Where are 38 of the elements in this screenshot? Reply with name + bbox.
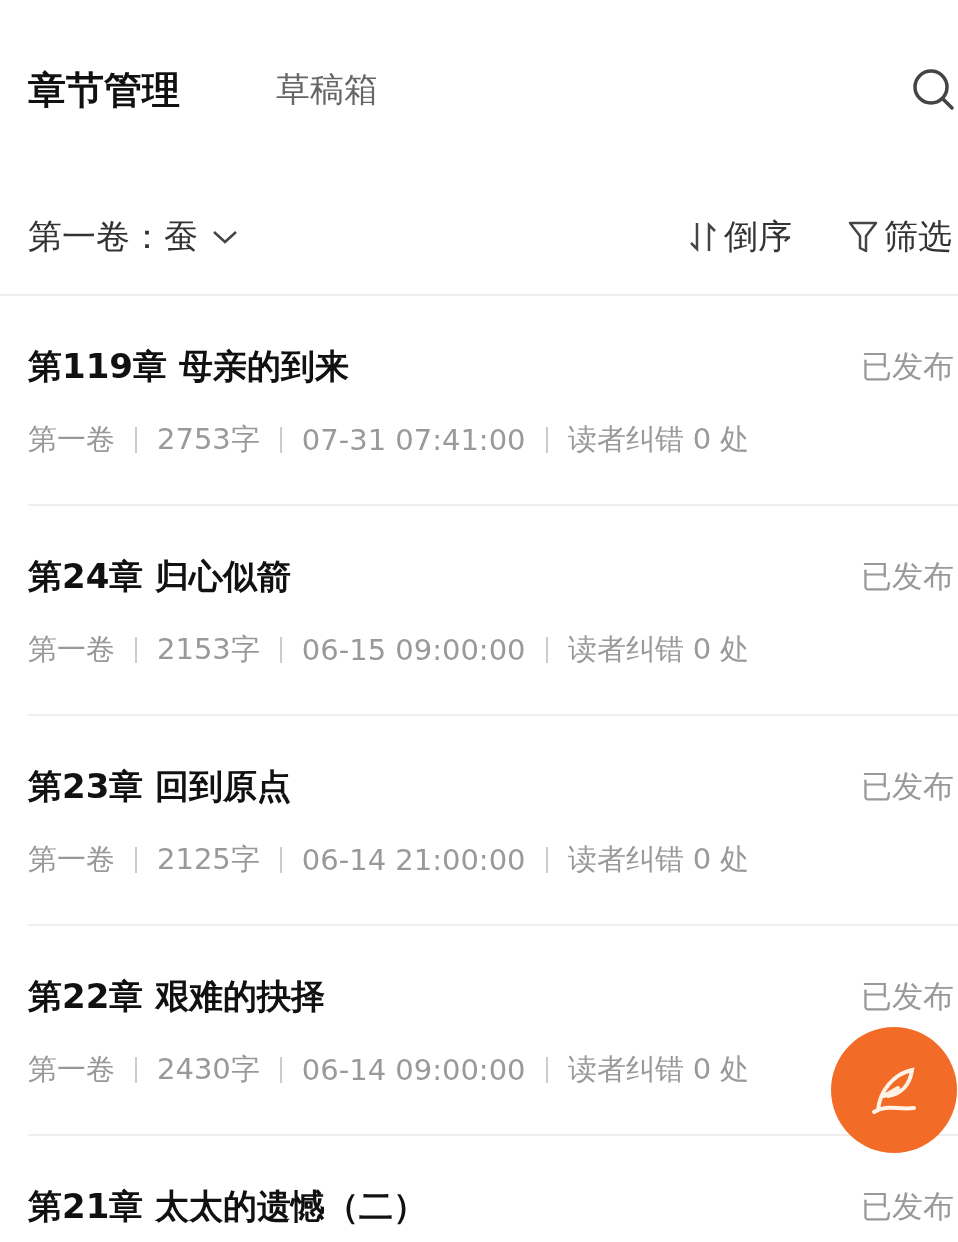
chapter-title: 第21章 太太的遗憾（二） <box>28 1185 428 1228</box>
volume-dropdown[interactable]: 第一卷：蚕 <box>28 214 238 260</box>
filter-button[interactable]: 筛选 <box>848 214 952 260</box>
chapter-meta: 07-31 07:41:00 <box>301 423 526 457</box>
chapter-meta: 读者纠错 0 处 <box>567 421 750 458</box>
chapter-meta: 2430字 <box>157 1051 260 1088</box>
chapter-meta: 2153字 <box>157 631 260 668</box>
chevron-down-icon <box>212 229 238 245</box>
sort-icon <box>688 221 718 253</box>
chapter-meta: 读者纠错 0 处 <box>567 631 750 668</box>
chapter-title: 第23章 回到原点 <box>28 765 292 808</box>
chapter-meta: 读者纠错 0 处 <box>567 841 750 878</box>
tab[interactable]: 章节管理 <box>28 64 180 116</box>
chapter-status: 已发布 <box>861 767 954 806</box>
chapter-title: 第22章 艰难的抉择 <box>28 975 326 1018</box>
chapter-meta: 2125字 <box>157 841 260 878</box>
chapter-title: 第119章 母亲的到来 <box>28 345 349 388</box>
chapter-meta: 第一卷 <box>28 631 115 668</box>
chapter-status: 已发布 <box>861 977 954 1016</box>
filter-icon <box>848 220 878 254</box>
chapter-item[interactable]: 第23章 回到原点 已发布 第一卷 2125字 06-14 21:00:00 读者纠错 0 处 <box>28 716 958 926</box>
chapter-status: 已发布 <box>861 1187 954 1226</box>
tab[interactable]: 草稿箱 <box>276 67 378 113</box>
chapter-item[interactable]: 第119章 母亲的到来 已发布 第一卷 2753字 07-31 07:41:00 读者纠错 0 处 <box>28 296 958 506</box>
chapter-status: 已发布 <box>861 347 954 386</box>
chapter-meta: 读者纠错 0 处 <box>567 1051 750 1088</box>
chapter-meta: 06-14 21:00:00 <box>301 843 526 877</box>
chapter-status: 已发布 <box>861 557 954 596</box>
chapter-meta: 第一卷 <box>28 841 115 878</box>
chapter-title: 第24章 归心似箭 <box>28 555 292 598</box>
chapter-meta: 06-14 09:00:00 <box>301 1053 526 1087</box>
chapter-meta: 第一卷 <box>28 421 115 458</box>
chapter-meta: 2753字 <box>157 421 260 458</box>
sort-button[interactable]: 倒序 <box>688 214 792 260</box>
chapter-meta: 第一卷 <box>28 1051 115 1088</box>
chapter-meta: 06-15 09:00:00 <box>301 633 526 667</box>
chapter-item[interactable]: 第24章 归心似箭 已发布 第一卷 2153字 06-15 09:00:00 读者纠错 0 处 <box>28 506 958 716</box>
search-icon[interactable] <box>912 68 956 112</box>
